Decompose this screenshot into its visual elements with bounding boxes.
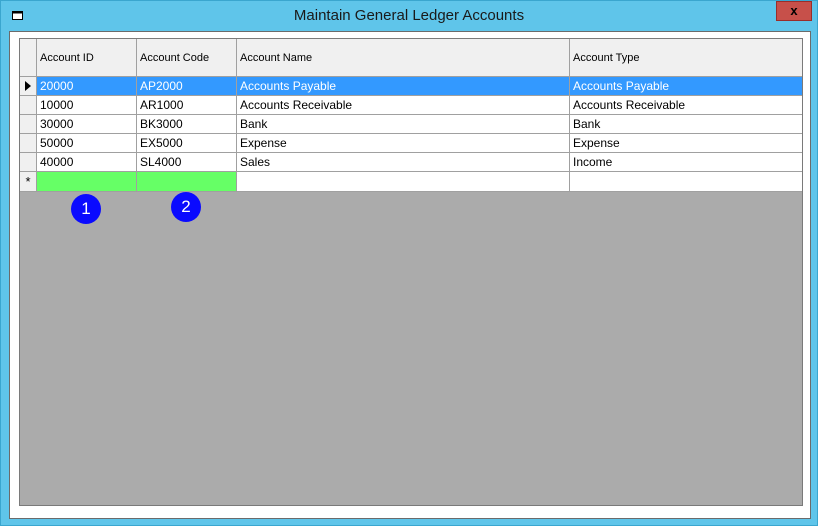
cell-account-id[interactable]: 40000 — [37, 153, 137, 172]
cell-account-type[interactable]: Bank — [570, 115, 802, 134]
row-selector[interactable] — [20, 96, 37, 115]
cell-account-type[interactable]: Accounts Payable — [570, 77, 802, 96]
cell-account-name[interactable]: Bank — [237, 115, 570, 134]
cell-account-code[interactable]: SL4000 — [137, 153, 237, 172]
new-row-marker-icon[interactable]: * — [20, 172, 37, 192]
cell-account-id[interactable]: 30000 — [37, 115, 137, 134]
cell-account-name[interactable]: Expense — [237, 134, 570, 153]
row-selector[interactable] — [20, 134, 37, 153]
column-header-account-name[interactable]: Account Name — [237, 39, 570, 77]
title-bar[interactable]: Maintain General Ledger Accounts x — [1, 1, 817, 31]
client-area: Account ID Account Code Account Name Acc… — [9, 31, 811, 519]
cell-account-code[interactable]: AP2000 — [137, 77, 237, 96]
cell-account-type[interactable]: Expense — [570, 134, 802, 153]
grid-empty-area — [20, 192, 802, 505]
window-title: Maintain General Ledger Accounts — [293, 7, 525, 24]
cell-account-name[interactable]: Accounts Receivable — [237, 96, 570, 115]
cell-account-code[interactable]: AR1000 — [137, 96, 237, 115]
grid-corner-header[interactable] — [20, 39, 37, 77]
cell-account-code[interactable]: EX5000 — [137, 134, 237, 153]
cell-account-id[interactable]: 10000 — [37, 96, 137, 115]
app-window: Maintain General Ledger Accounts x Accou… — [0, 0, 818, 526]
new-account-type-input[interactable] — [570, 172, 802, 192]
cell-account-code[interactable]: BK3000 — [137, 115, 237, 134]
new-account-name-input[interactable] — [237, 172, 570, 192]
cell-account-id[interactable]: 50000 — [37, 134, 137, 153]
cell-account-name[interactable]: Sales — [237, 153, 570, 172]
column-header-account-id[interactable]: Account ID — [37, 39, 137, 77]
accounts-grid[interactable]: Account ID Account Code Account Name Acc… — [19, 38, 803, 506]
close-button[interactable]: x — [776, 1, 812, 21]
column-header-account-code[interactable]: Account Code — [137, 39, 237, 77]
current-row-arrow-icon — [25, 81, 31, 91]
callout-badge-1: 1 — [71, 194, 101, 224]
row-selector[interactable] — [20, 115, 37, 134]
column-header-account-type[interactable]: Account Type — [570, 39, 802, 77]
new-account-id-input[interactable] — [37, 172, 137, 192]
row-selector[interactable] — [20, 153, 37, 172]
cell-account-type[interactable]: Income — [570, 153, 802, 172]
row-selector-current[interactable] — [20, 77, 37, 96]
new-account-code-input[interactable] — [137, 172, 237, 192]
cell-account-type[interactable]: Accounts Receivable — [570, 96, 802, 115]
cell-account-id[interactable]: 20000 — [37, 77, 137, 96]
cell-account-name[interactable]: Accounts Payable — [237, 77, 570, 96]
callout-badge-2: 2 — [171, 192, 201, 222]
